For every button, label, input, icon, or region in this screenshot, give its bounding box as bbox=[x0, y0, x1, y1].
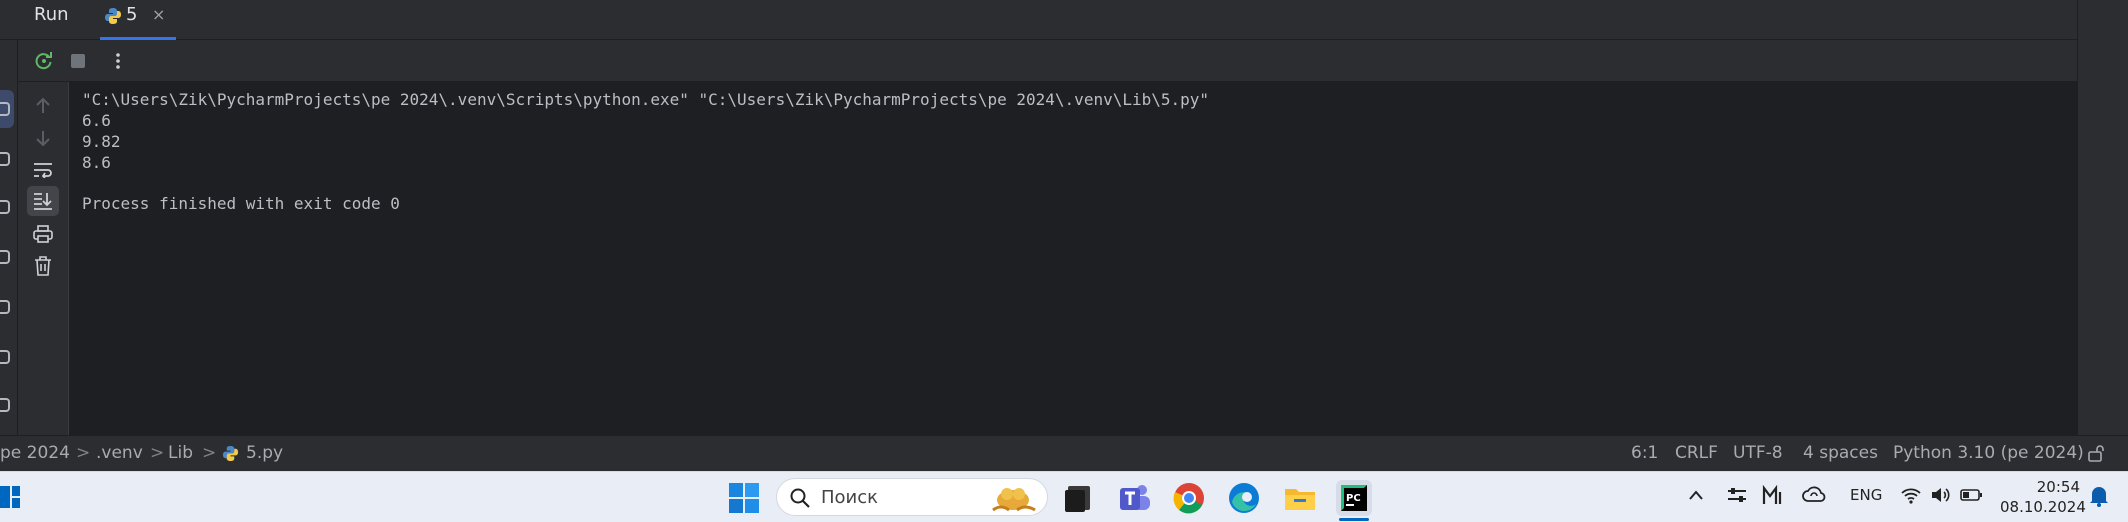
teams-app-icon[interactable] bbox=[1116, 480, 1152, 516]
soft-wrap-icon[interactable] bbox=[29, 156, 57, 184]
python-interpreter[interactable]: Python 3.10 (pe 2024) bbox=[1893, 443, 2084, 463]
problems-tool-icon[interactable] bbox=[0, 350, 10, 364]
status-bar: pe 2024 > .venv > Lib > 5.py 6:1 CRLF UT… bbox=[0, 435, 2128, 471]
breadcrumb-separator: > bbox=[202, 443, 217, 463]
terminal-app-icon[interactable] bbox=[1060, 480, 1096, 516]
more-options-icon[interactable] bbox=[104, 47, 132, 75]
rerun-icon[interactable] bbox=[30, 47, 58, 75]
battery-icon[interactable] bbox=[1960, 485, 1984, 509]
debug-tool-icon[interactable] bbox=[0, 152, 10, 166]
tab-run-5[interactable]: 5 × bbox=[100, 0, 176, 40]
arrow-down-icon[interactable] bbox=[29, 124, 57, 152]
search-highlight-icon bbox=[987, 482, 1043, 518]
console-line-command: "C:\Users\Zik\PycharmProjects\pe 2024\.v… bbox=[82, 90, 1210, 109]
svg-text:PC: PC bbox=[1346, 493, 1361, 504]
cloud-sync-icon[interactable] bbox=[1802, 484, 1826, 510]
wifi-icon[interactable] bbox=[1900, 484, 1922, 510]
console-line: 6.6 bbox=[82, 111, 111, 130]
tab-label: 5 bbox=[126, 4, 138, 25]
edge-app-icon[interactable] bbox=[1226, 480, 1262, 516]
task-view-icon[interactable] bbox=[0, 484, 22, 510]
right-tool-stripe bbox=[2077, 0, 2128, 471]
caret-position[interactable]: 6:1 bbox=[1631, 443, 1658, 463]
pycharm-window: Run 5 × "C:\Users\Zik\PycharmProjects\pe… bbox=[0, 0, 2128, 522]
breadcrumb-separator: > bbox=[76, 443, 91, 463]
git-tool-icon[interactable] bbox=[0, 398, 10, 412]
trash-icon[interactable] bbox=[29, 252, 57, 280]
file-explorer-app-icon[interactable] bbox=[1282, 480, 1318, 516]
breadcrumb-item-lib[interactable]: Lib bbox=[168, 443, 193, 463]
breadcrumb-separator: > bbox=[150, 443, 165, 463]
windows-start-icon[interactable] bbox=[726, 480, 762, 516]
language-indicator[interactable]: ENG bbox=[1850, 486, 1882, 504]
line-ending[interactable]: CRLF bbox=[1675, 443, 1718, 463]
services-tool-icon[interactable] bbox=[0, 250, 10, 264]
read-only-lock-icon[interactable] bbox=[2088, 445, 2106, 468]
left-tool-stripe bbox=[0, 40, 18, 435]
file-encoding[interactable]: UTF-8 bbox=[1733, 443, 1783, 463]
search-icon bbox=[789, 487, 811, 513]
python-file-icon bbox=[222, 445, 239, 467]
print-icon[interactable] bbox=[29, 220, 57, 248]
breadcrumb-item-venv[interactable]: .venv bbox=[96, 443, 143, 463]
run-toolbar bbox=[18, 40, 2077, 82]
windows-taskbar: Поиск PC ENG 20:54 08.10.2024 bbox=[0, 471, 2128, 522]
audio-levels-icon[interactable] bbox=[1762, 484, 1784, 510]
scroll-to-end-icon[interactable] bbox=[27, 186, 59, 216]
arrow-up-icon[interactable] bbox=[29, 92, 57, 120]
console-line-exit-status: Process finished with exit code 0 bbox=[82, 194, 400, 213]
notification-bell-icon[interactable] bbox=[2088, 484, 2110, 512]
console-line: 9.82 bbox=[82, 132, 121, 151]
taskbar-clock[interactable]: 20:54 08.10.2024 bbox=[2000, 477, 2086, 517]
run-tool-window-header: Run 5 × bbox=[0, 0, 2077, 40]
show-hidden-icons-icon[interactable] bbox=[1688, 484, 1704, 510]
clock-time: 20:54 bbox=[2036, 478, 2080, 496]
indent-setting[interactable]: 4 spaces bbox=[1803, 443, 1878, 463]
run-title: Run bbox=[34, 4, 69, 25]
search-placeholder: Поиск bbox=[821, 487, 879, 508]
settings-sliders-icon[interactable] bbox=[1726, 484, 1748, 510]
volume-icon[interactable] bbox=[1930, 484, 1952, 510]
console-side-toolbar bbox=[18, 82, 69, 435]
breadcrumb-item-file[interactable]: 5.py bbox=[246, 443, 283, 463]
layers-tool-icon[interactable] bbox=[0, 200, 10, 214]
stop-icon[interactable] bbox=[64, 47, 92, 75]
breadcrumb-item-project[interactable]: pe 2024 bbox=[0, 443, 70, 463]
active-app-indicator bbox=[1339, 518, 1369, 521]
pycharm-app-icon[interactable]: PC bbox=[1336, 480, 1372, 516]
taskbar-search-input[interactable]: Поиск bbox=[776, 478, 1048, 516]
close-icon[interactable]: × bbox=[152, 5, 165, 24]
console-output[interactable]: "C:\Users\Zik\PycharmProjects\pe 2024\.v… bbox=[70, 82, 2077, 435]
console-line: 8.6 bbox=[82, 153, 111, 172]
clock-date: 08.10.2024 bbox=[2000, 498, 2086, 516]
terminal-tool-icon[interactable] bbox=[0, 300, 10, 314]
chrome-app-icon[interactable] bbox=[1171, 480, 1207, 516]
python-file-icon bbox=[104, 7, 122, 29]
run-tool-icon[interactable] bbox=[0, 102, 10, 116]
